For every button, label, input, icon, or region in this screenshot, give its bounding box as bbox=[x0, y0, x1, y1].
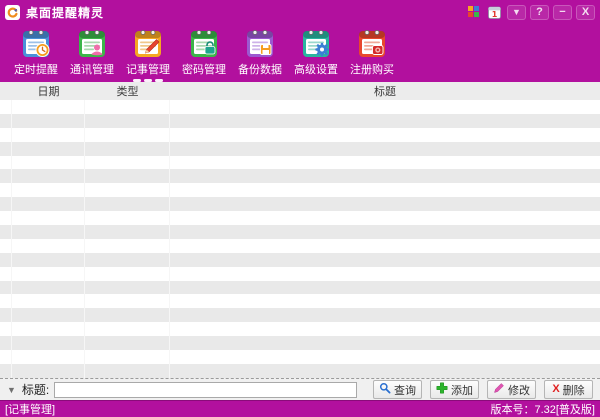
minimize-icon: − bbox=[559, 7, 565, 18]
main-toolbar: 定时提醒 通讯管理 bbox=[0, 24, 600, 82]
search-icon bbox=[379, 382, 391, 397]
collapse-arrow-icon[interactable]: ▼ bbox=[7, 385, 16, 395]
table-row[interactable] bbox=[0, 156, 600, 170]
table-row[interactable] bbox=[0, 364, 600, 378]
filter-bar: ▼ 标题: 查询 添加 修改 X 删除 bbox=[0, 378, 600, 400]
filter-title-label: 标题: bbox=[22, 381, 49, 398]
title-filter-input[interactable] bbox=[54, 382, 357, 398]
table-row[interactable] bbox=[0, 253, 600, 267]
table-row[interactable] bbox=[0, 197, 600, 211]
table-row[interactable] bbox=[0, 336, 600, 350]
settings-notepad-icon bbox=[300, 28, 332, 60]
table-row[interactable] bbox=[0, 225, 600, 239]
status-bar: [记事管理] 版本号：7.32[普及版] bbox=[0, 400, 600, 417]
table-row[interactable] bbox=[0, 350, 600, 364]
contacts-notepad-icon bbox=[76, 28, 108, 60]
table-row[interactable] bbox=[0, 128, 600, 142]
toolbar-item-label: 记事管理 bbox=[126, 61, 170, 77]
toolbar-item-label: 密码管理 bbox=[182, 61, 226, 77]
timer-notepad-icon bbox=[20, 28, 52, 60]
table-header: 日期 类型 标题 bbox=[0, 82, 600, 100]
app-logo-icon bbox=[5, 5, 20, 20]
column-header-date[interactable]: 日期 bbox=[12, 83, 85, 99]
chevron-down-icon: ▼ bbox=[512, 8, 521, 17]
toolbar-item-label: 注册购买 bbox=[350, 61, 394, 77]
password-notepad-icon bbox=[188, 28, 220, 60]
query-button[interactable]: 查询 bbox=[373, 380, 422, 399]
table-row[interactable] bbox=[0, 322, 600, 336]
table-row[interactable] bbox=[0, 267, 600, 281]
toolbar-item-advanced-settings[interactable]: 高级设置 bbox=[288, 24, 344, 77]
table-row[interactable] bbox=[0, 100, 600, 114]
column-header-type[interactable]: 类型 bbox=[85, 83, 170, 99]
table-row[interactable] bbox=[0, 114, 600, 128]
status-module-label: [记事管理] bbox=[5, 401, 55, 417]
tray-dropdown-button[interactable]: ▼ bbox=[507, 5, 526, 20]
toolbar-item-label: 高级设置 bbox=[294, 61, 338, 77]
close-icon: X bbox=[582, 7, 589, 18]
window-title: 桌面提醒精灵 bbox=[26, 4, 104, 21]
table-row[interactable] bbox=[0, 281, 600, 295]
pencil-icon bbox=[493, 382, 505, 397]
toolbar-item-label: 定时提醒 bbox=[14, 61, 58, 77]
table-row[interactable] bbox=[0, 169, 600, 183]
modify-button[interactable]: 修改 bbox=[487, 380, 536, 399]
backup-notepad-icon bbox=[244, 28, 276, 60]
delete-button[interactable]: X 删除 bbox=[544, 380, 593, 399]
add-button[interactable]: 添加 bbox=[430, 380, 479, 399]
table-row[interactable] bbox=[0, 239, 600, 253]
status-version-label: 版本号：7.32[普及版] bbox=[490, 401, 595, 417]
title-bar: 桌面提醒精灵 1 ▼ ? − X bbox=[0, 0, 600, 24]
plus-icon bbox=[436, 382, 448, 397]
table-body[interactable] bbox=[0, 100, 600, 378]
toolbar-item-contacts[interactable]: 通讯管理 bbox=[64, 24, 120, 77]
calendar-icon[interactable]: 1 bbox=[486, 5, 503, 20]
table-row[interactable] bbox=[0, 142, 600, 156]
table-row[interactable] bbox=[0, 294, 600, 308]
toolbar-item-timed-reminder[interactable]: 定时提醒 bbox=[8, 24, 64, 77]
toolbar-item-register-purchase[interactable]: 注册购买 bbox=[344, 24, 400, 77]
delete-x-icon: X bbox=[552, 384, 559, 395]
notes-notepad-icon bbox=[132, 28, 164, 60]
table-row[interactable] bbox=[0, 211, 600, 225]
help-button[interactable]: ? bbox=[530, 5, 549, 20]
toolbar-item-label: 备份数据 bbox=[238, 61, 282, 77]
toolbar-item-backup[interactable]: 备份数据 bbox=[232, 24, 288, 77]
toolbar-item-passwords[interactable]: 密码管理 bbox=[176, 24, 232, 77]
column-header-title[interactable]: 标题 bbox=[170, 83, 600, 99]
help-icon: ? bbox=[536, 7, 543, 18]
skin-palette-icon[interactable] bbox=[465, 5, 482, 20]
close-button[interactable]: X bbox=[576, 5, 595, 20]
table-row[interactable] bbox=[0, 308, 600, 322]
table-row[interactable] bbox=[0, 183, 600, 197]
toolbar-item-notes[interactable]: 记事管理 bbox=[120, 24, 176, 82]
minimize-button[interactable]: − bbox=[553, 5, 572, 20]
purchase-notepad-icon bbox=[356, 28, 388, 60]
toolbar-item-label: 通讯管理 bbox=[70, 61, 114, 77]
svg-text:1: 1 bbox=[492, 10, 498, 19]
